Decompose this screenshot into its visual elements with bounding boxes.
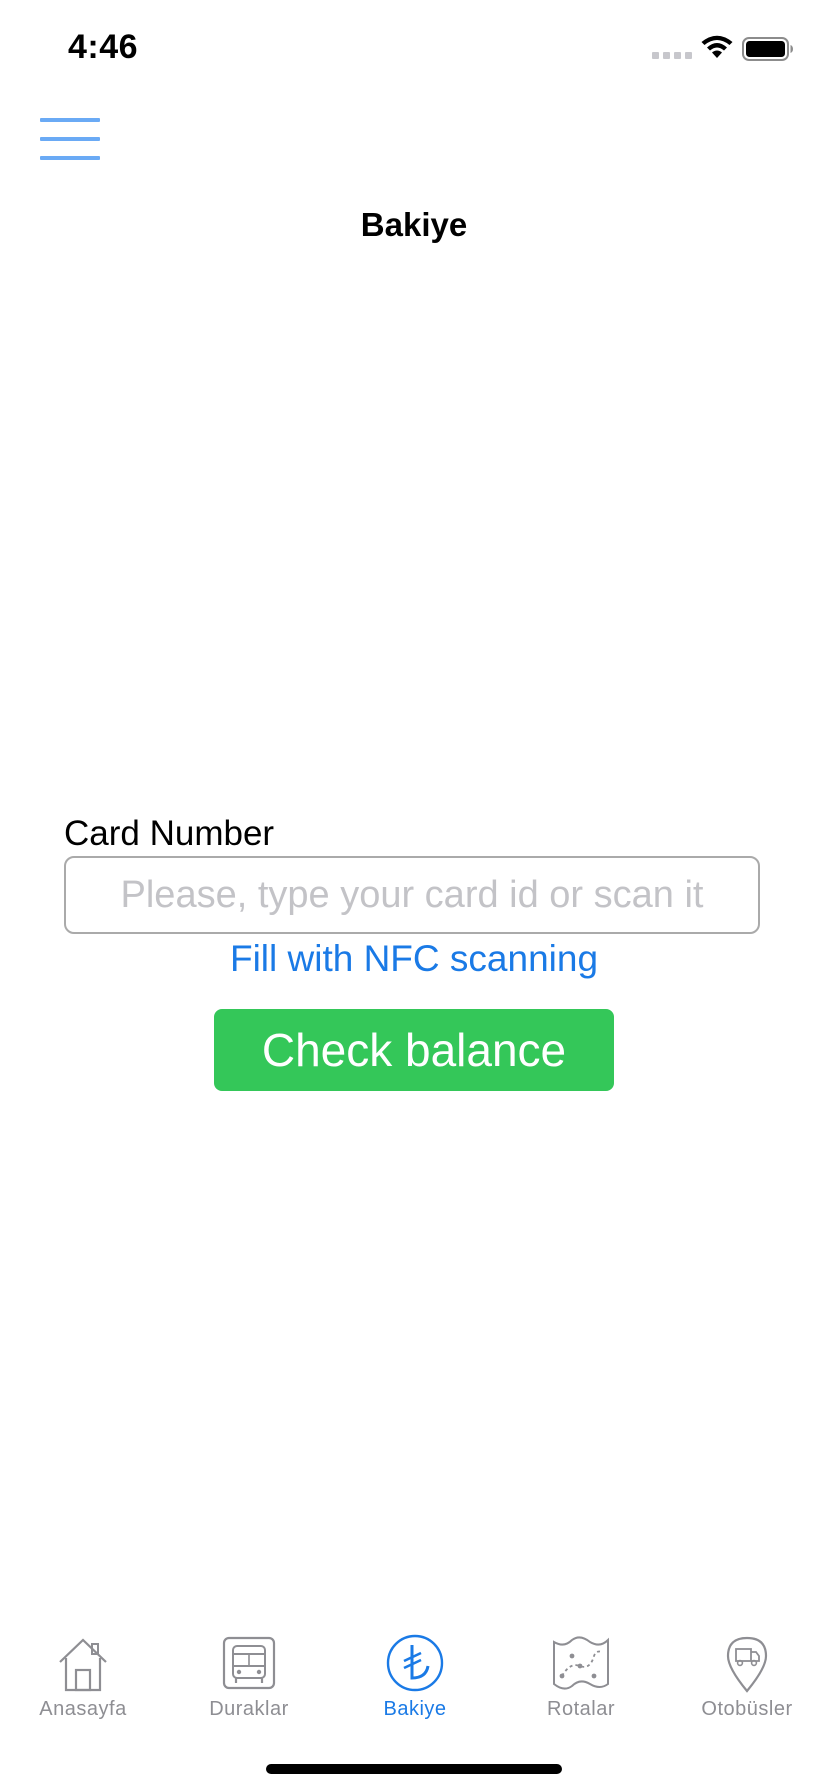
tab-label: Rotalar: [547, 1698, 615, 1720]
check-balance-button[interactable]: Check balance: [214, 1009, 614, 1091]
card-number-input[interactable]: [64, 856, 760, 934]
route-map-icon: [553, 1636, 609, 1690]
home-indicator[interactable]: [266, 1764, 562, 1774]
home-icon: [59, 1638, 107, 1692]
tab-rotalar[interactable]: Rotalar: [498, 1620, 664, 1730]
bus-stop-icon: [222, 1636, 276, 1690]
status-bar: 4:46: [0, 0, 828, 100]
tab-bar: Anasayfa Duraklar Bakiye Rotalar Otobüsl…: [0, 1620, 828, 1730]
tab-label: Otobüsler: [701, 1698, 793, 1720]
page-title: Bakiye: [360, 206, 468, 243]
wifi-icon: [701, 35, 733, 58]
tab-bakiye[interactable]: Bakiye: [332, 1620, 498, 1730]
tab-otobusler[interactable]: Otobüsler: [664, 1620, 828, 1730]
status-time: 4:46: [68, 28, 139, 66]
signal-icon: [652, 52, 692, 59]
tab-label: Anasayfa: [39, 1698, 127, 1720]
lira-icon: [386, 1634, 444, 1692]
tab-label: Duraklar: [209, 1698, 289, 1720]
tab-duraklar[interactable]: Duraklar: [166, 1620, 332, 1730]
tab-anasayfa[interactable]: Anasayfa: [0, 1620, 166, 1730]
battery-icon: [742, 37, 793, 61]
hamburger-menu-icon[interactable]: [40, 118, 100, 160]
tab-label: Bakiye: [383, 1698, 447, 1720]
bus-location-icon: [726, 1636, 768, 1693]
nfc-scan-link[interactable]: Fill with NFC scanning: [0, 934, 828, 984]
card-number-label: Card Number: [64, 814, 275, 853]
